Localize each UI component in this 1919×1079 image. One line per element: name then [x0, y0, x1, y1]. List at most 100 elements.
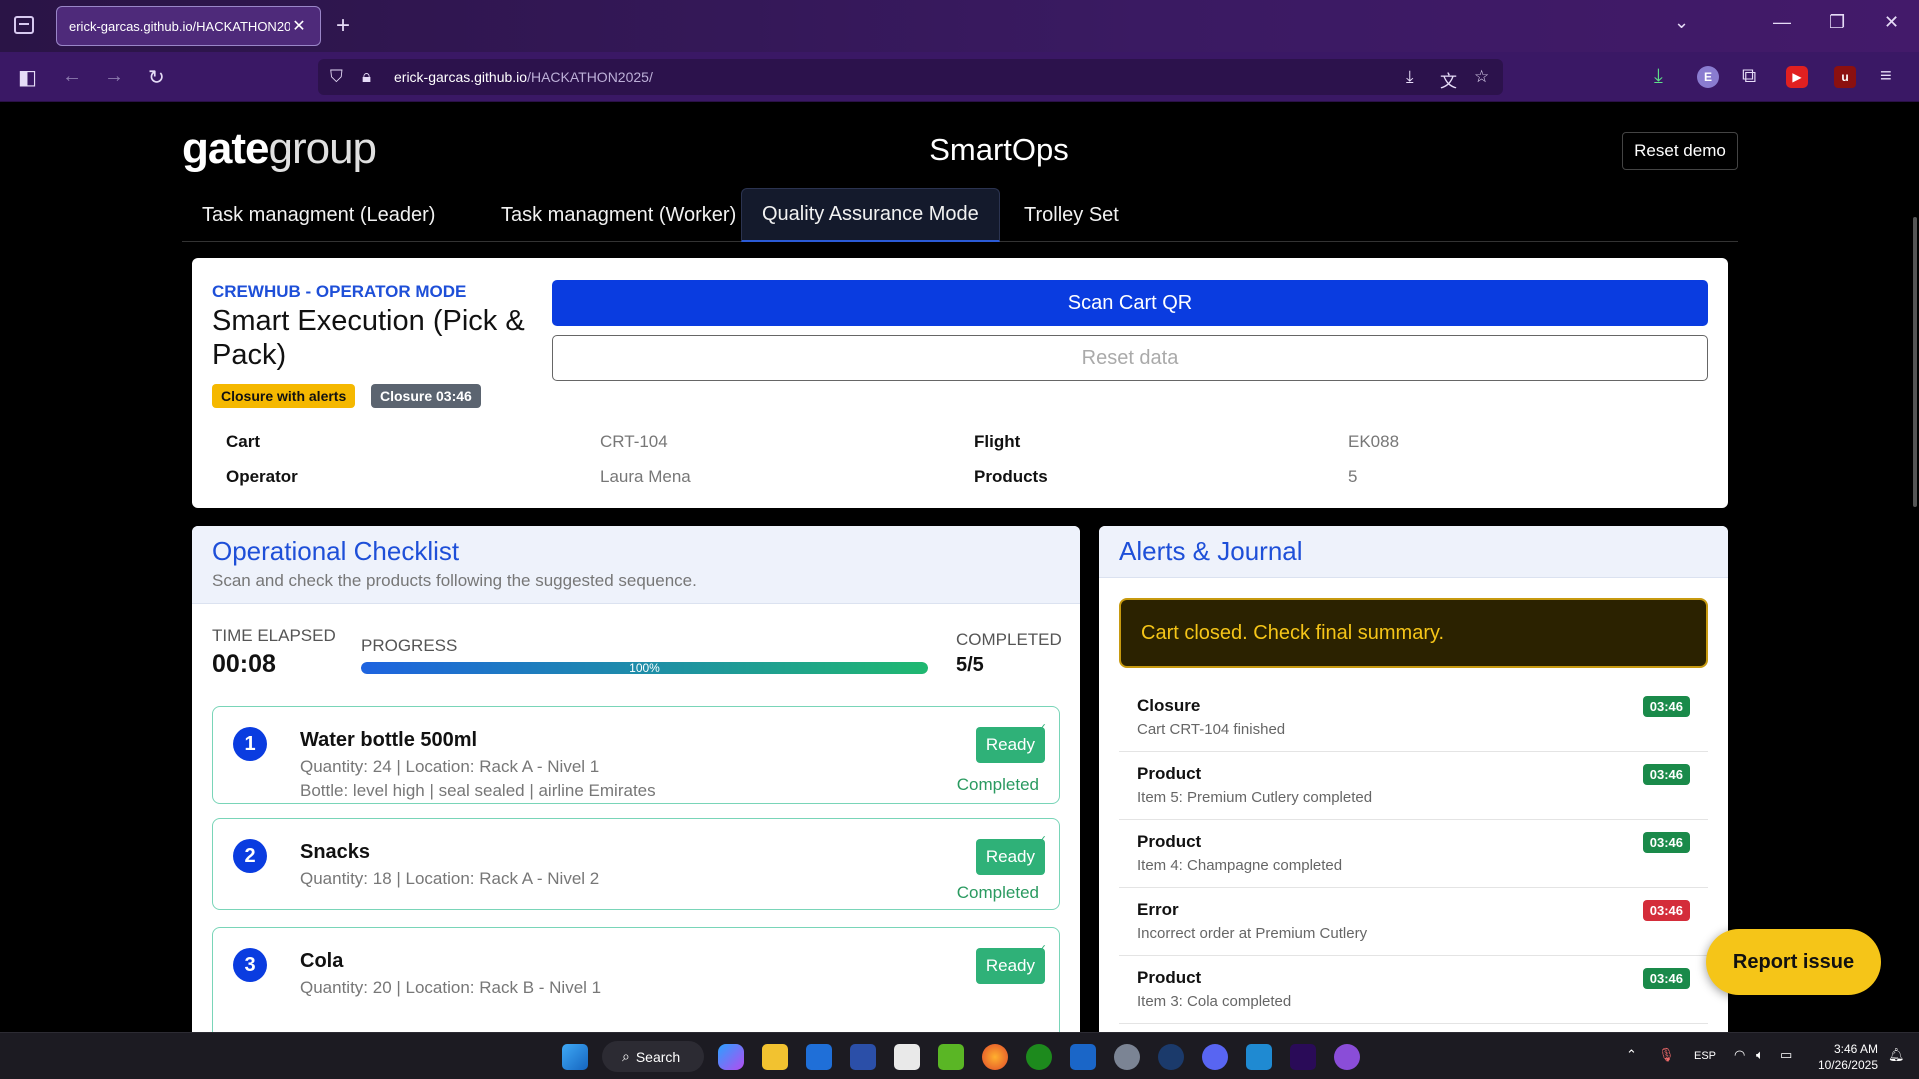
completed-value: 5/5: [956, 654, 984, 676]
firefox-icon[interactable]: [982, 1044, 1008, 1070]
operator-value: Laura Mena: [600, 467, 691, 486]
journal-time-badge: 03:46: [1642, 764, 1690, 785]
window-close-icon[interactable]: ✕: [1884, 12, 1899, 33]
discord-icon[interactable]: [1202, 1044, 1228, 1070]
nvidia-icon[interactable]: [938, 1044, 964, 1070]
xbox-icon[interactable]: [1026, 1044, 1052, 1070]
address-bar[interactable]: ⛉ 🔒︎ erick-garcas.github.io/HACKATHON202…: [318, 59, 1503, 95]
checklist-item[interactable]: 3 Cola Quantity: 20 | Location: Rack B -…: [212, 927, 1060, 1032]
completed-label: COMPLETED: [956, 630, 1062, 649]
shield-icon[interactable]: ⛉: [330, 67, 343, 87]
back-icon[interactable]: ←: [62, 65, 82, 88]
item-ready-badge: Ready: [975, 721, 1047, 763]
journal-title: Product: [1137, 968, 1202, 987]
operator-label: Operator: [226, 467, 298, 486]
item-detail: Bottle: level high | seal sealed | airli…: [300, 781, 656, 800]
browser-tab-bar: erick-garcas.github.io/HACKATHON2025/ ✕ …: [0, 0, 1919, 52]
reload-icon[interactable]: ↻: [148, 65, 165, 90]
battery-icon[interactable]: ▭: [1780, 1047, 1792, 1063]
journal-time-badge: 03:46: [1642, 832, 1690, 853]
checklist-subtitle: Scan and check the products following th…: [212, 571, 697, 590]
copilot-icon[interactable]: [718, 1044, 744, 1070]
menu-icon[interactable]: ≡: [1880, 65, 1892, 88]
cart-label: Cart: [226, 432, 261, 451]
close-tab-icon[interactable]: ✕: [290, 16, 308, 36]
volume-icon[interactable]: 🔈︎: [1756, 1047, 1764, 1063]
ublock-icon[interactable]: u: [1834, 66, 1856, 88]
journal-desc: Incorrect order at Premium Cutlery: [1137, 925, 1368, 942]
checklist-item[interactable]: 1 Water bottle 500ml Quantity: 24 | Loca…: [212, 706, 1060, 804]
sidebar-icon[interactable]: ◧: [18, 65, 37, 90]
account-icon[interactable]: E: [1697, 66, 1719, 88]
products-value: 5: [1348, 467, 1358, 486]
reset-demo-button[interactable]: Reset demo: [1622, 132, 1738, 170]
app-icon[interactable]: [806, 1044, 832, 1070]
tab-list-icon[interactable]: [14, 16, 34, 34]
youtube-icon[interactable]: ▶: [1786, 66, 1808, 88]
item-name: Water bottle 500ml: [300, 729, 478, 751]
file-explorer-icon[interactable]: [762, 1044, 788, 1070]
new-tab-icon[interactable]: +: [336, 12, 350, 40]
checklist-item[interactable]: 2 Snacks Quantity: 18 | Location: Rack A…: [212, 818, 1060, 910]
premiere-icon[interactable]: [1290, 1044, 1316, 1070]
alerts-card: Alerts & Journal Cart closed. Check fina…: [1099, 526, 1728, 1032]
execution-title: Smart Execution (Pick & Pack): [212, 305, 525, 371]
windows-start-icon[interactable]: [562, 1044, 588, 1070]
products-label: Products: [974, 467, 1048, 486]
main-tabs: Task managment (Leader) Task managment (…: [182, 188, 1738, 242]
taskbar-search[interactable]: ⌕ Search: [602, 1041, 704, 1072]
lock-icon[interactable]: 🔒︎: [362, 67, 371, 87]
wifi-icon[interactable]: ◠: [1734, 1047, 1745, 1063]
vscode-icon[interactable]: [1246, 1044, 1272, 1070]
journal-title: Product: [1137, 764, 1202, 783]
journal-time-badge: 03:46: [1642, 696, 1690, 717]
journal-title: Product: [1137, 832, 1202, 851]
save-page-icon[interactable]: ⤓: [1406, 67, 1414, 87]
item-meta: Quantity: 18 | Location: Rack A - Nivel …: [300, 869, 600, 888]
tab-trolley-set[interactable]: Trolley Set: [1004, 188, 1139, 242]
tab-quality-assurance[interactable]: Quality Assurance Mode: [741, 188, 1000, 242]
tray-chevron-icon[interactable]: ⌃: [1626, 1047, 1637, 1063]
github-icon[interactable]: [1334, 1044, 1360, 1070]
app-icon[interactable]: [850, 1044, 876, 1070]
downloads-icon[interactable]: ⤓: [1654, 65, 1663, 88]
scan-cart-qr-button[interactable]: Scan Cart QR: [552, 280, 1708, 326]
checklist-title: Operational Checklist: [212, 536, 460, 566]
tab-task-leader[interactable]: Task managment (Leader): [182, 188, 455, 242]
item-meta: Quantity: 24 | Location: Rack A - Nivel …: [300, 757, 600, 776]
search-label: Search: [635, 1048, 681, 1065]
operator-card: CREWHUB - OPERATOR MODE Smart Execution …: [192, 258, 1728, 508]
url-path: /HACKATHON2025/: [527, 69, 653, 85]
list-all-tabs-icon[interactable]: ⌄: [1674, 12, 1689, 33]
translate-icon[interactable]: 文: [1440, 67, 1457, 92]
notification-bell-icon[interactable]: 🔔︎: [1888, 1047, 1905, 1063]
minimize-icon[interactable]: —: [1773, 12, 1791, 33]
flight-label: Flight: [974, 432, 1021, 451]
page-scrollbar[interactable]: [1913, 217, 1917, 507]
journal-entry: Error Incorrect order at Premium Cutlery…: [1119, 888, 1708, 956]
item-name: Snacks: [300, 841, 371, 863]
settings-icon[interactable]: [1114, 1044, 1140, 1070]
item-ready-badge: Ready: [975, 942, 1047, 984]
restore-icon[interactable]: ❐: [1829, 12, 1845, 33]
steam-icon[interactable]: [1158, 1044, 1184, 1070]
extensions-icon[interactable]: ⧉: [1742, 65, 1756, 88]
store-icon[interactable]: [894, 1044, 920, 1070]
search-icon: ⌕: [622, 1048, 630, 1064]
cart-value: CRT-104: [600, 432, 668, 451]
url-host: erick-garcas.github.io: [394, 69, 528, 85]
journal-entry: Product Item 5: Premium Cutlery complete…: [1119, 752, 1708, 820]
cart-closed-banner: Cart closed. Check final summary.: [1119, 598, 1708, 668]
taskbar-clock[interactable]: 3:46 AM 10/26/2025: [1808, 1041, 1878, 1073]
microphone-icon[interactable]: 🎙︎: [1658, 1047, 1675, 1063]
language-indicator[interactable]: ESP: [1694, 1050, 1716, 1062]
report-issue-button[interactable]: Report issue: [1706, 929, 1881, 995]
browser-tab[interactable]: erick-garcas.github.io/HACKATHON2025/ ✕: [56, 6, 321, 46]
item-ready-badge: Ready: [975, 833, 1047, 875]
forward-icon[interactable]: →: [104, 65, 124, 88]
tab-task-worker[interactable]: Task managment (Worker): [481, 188, 756, 242]
reset-data-button[interactable]: Reset data: [552, 335, 1708, 381]
outlook-icon[interactable]: [1070, 1044, 1096, 1070]
bookmark-star-icon[interactable]: ☆: [1474, 67, 1489, 87]
closure-alerts-badge: Closure with alerts: [212, 384, 356, 408]
